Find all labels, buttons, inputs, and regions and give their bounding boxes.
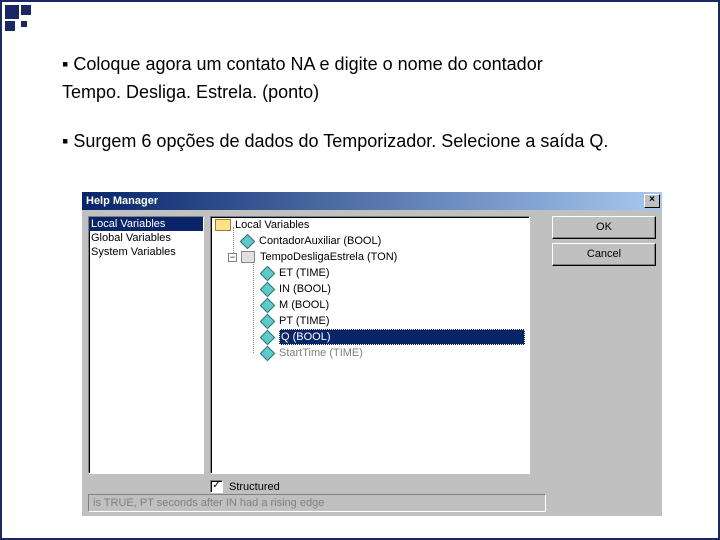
diamond-icon	[259, 298, 275, 312]
diamond-icon	[259, 314, 275, 328]
diamond-icon	[259, 266, 275, 280]
slide-text-block: ▪ Coloque agora um contato NA e digite o…	[2, 2, 718, 153]
tree-child-m[interactable]: M (BOOL)	[211, 297, 529, 313]
tree-child-pt[interactable]: PT (TIME)	[211, 313, 529, 329]
scope-list[interactable]: Local Variables Global Variables System …	[88, 216, 204, 474]
structured-checkbox[interactable]: ✓	[210, 480, 223, 493]
tree-child-label: IN (BOOL)	[279, 283, 331, 295]
tree-node-label: TempoDesligaEstrela (TON)	[260, 251, 397, 263]
bullet-1-line-2: Tempo. Desliga. Estrela. (ponto)	[62, 82, 319, 102]
tree-child-starttime[interactable]: StartTime (TIME)	[211, 345, 529, 361]
ok-button[interactable]: OK	[552, 216, 656, 239]
tree-child-label: StartTime (TIME)	[279, 347, 363, 359]
scope-item-system[interactable]: System Variables	[89, 245, 203, 259]
bullet-2: Surgem 6 opções de dados do Temporizador…	[73, 131, 608, 151]
diamond-icon	[259, 346, 275, 360]
titlebar[interactable]: Help Manager ×	[82, 192, 662, 210]
tree-root[interactable]: Local Variables	[211, 217, 529, 233]
tree-node-label: ContadorAuxiliar (BOOL)	[259, 235, 381, 247]
close-button[interactable]: ×	[644, 194, 660, 208]
struct-icon	[240, 250, 256, 264]
tree-child-label: ET (TIME)	[279, 267, 330, 279]
variable-tree[interactable]: Local Variables ContadorAuxiliar (BOOL) …	[210, 216, 530, 474]
tree-child-label: PT (TIME)	[279, 315, 330, 327]
folder-icon	[215, 218, 231, 232]
scope-item-global[interactable]: Global Variables	[89, 231, 203, 245]
dialog-title: Help Manager	[86, 195, 644, 207]
structured-label: Structured	[229, 481, 280, 493]
tree-child-q[interactable]: Q (BOOL)	[211, 329, 529, 345]
help-manager-dialog: Help Manager × Local Variables Global Va…	[82, 192, 662, 516]
diamond-icon	[239, 234, 255, 248]
tree-node-contador[interactable]: ContadorAuxiliar (BOOL)	[211, 233, 529, 249]
diamond-icon	[259, 330, 275, 344]
tree-child-label: M (BOOL)	[279, 299, 329, 311]
cancel-button[interactable]: Cancel	[552, 243, 656, 266]
tree-node-tempo[interactable]: − TempoDesligaEstrela (TON)	[211, 249, 529, 265]
diamond-icon	[259, 282, 275, 296]
collapse-icon[interactable]: −	[228, 253, 237, 262]
status-bar: is TRUE, PT seconds after IN had a risin…	[88, 494, 546, 512]
tree-child-et[interactable]: ET (TIME)	[211, 265, 529, 281]
bullet-1-line-1: Coloque agora um contato NA e digite o n…	[73, 54, 542, 74]
tree-child-in[interactable]: IN (BOOL)	[211, 281, 529, 297]
scope-item-local[interactable]: Local Variables	[89, 217, 203, 231]
tree-root-label: Local Variables	[235, 219, 309, 231]
tree-child-label: Q (BOOL)	[279, 329, 525, 345]
